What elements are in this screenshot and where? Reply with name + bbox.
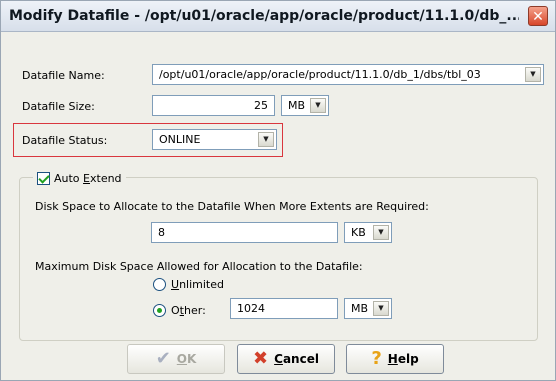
ok-label: OK [176, 352, 197, 366]
datafile-size-label: Datafile Size: [22, 100, 95, 113]
window-title: Modify Datafile - /opt/u01/oracle/app/or… [9, 8, 519, 24]
other-radio[interactable] [153, 304, 166, 317]
datafile-size-unit-value: MB [288, 99, 306, 112]
auto-extend-checkbox[interactable] [37, 171, 50, 185]
increment-input[interactable]: 8 [151, 222, 338, 243]
help-label: Help [387, 352, 419, 366]
increment-label: Disk Space to Allocate to the Datafile W… [35, 200, 429, 213]
question-mark-icon: ? [371, 348, 382, 369]
unlimited-label[interactable]: Unlimited [171, 278, 224, 291]
datafile-name-select[interactable]: /opt/u01/oracle/app/oracle/product/11.1.… [152, 64, 544, 85]
increment-unit-value: KB [351, 226, 366, 239]
close-button[interactable]: ✕ [528, 6, 548, 26]
datafile-name-dropdown-button[interactable]: ▼ [525, 67, 541, 82]
status-dropdown-button[interactable]: ▼ [258, 132, 274, 147]
ok-button[interactable]: ✔ OK [127, 344, 225, 374]
datafile-size-input[interactable]: 25 [152, 95, 275, 116]
title-bar[interactable]: Modify Datafile - /opt/u01/oracle/app/or… [1, 1, 555, 32]
datafile-status-label: Datafile Status: [22, 134, 108, 147]
max-space-label: Maximum Disk Space Allowed for Allocatio… [35, 260, 363, 273]
datafile-status-value: ONLINE [159, 133, 201, 146]
auto-extend-label: Auto Extend [54, 171, 122, 185]
max-size-unit-value: MB [351, 302, 369, 315]
help-button[interactable]: ? Help [346, 344, 444, 374]
max-unit-dropdown-button[interactable]: ▼ [373, 301, 389, 316]
increment-unit-dropdown-button[interactable]: ▼ [373, 225, 389, 240]
datafile-name-value: /opt/u01/oracle/app/oracle/product/11.1.… [159, 68, 481, 81]
cancel-label: Cancel [274, 352, 319, 366]
auto-extend-checkbox-row[interactable]: Auto Extend [33, 169, 126, 187]
other-label[interactable]: Other: [171, 304, 206, 317]
check-icon: ✔ [155, 348, 171, 369]
cancel-button[interactable]: ✖ Cancel [237, 344, 335, 374]
max-size-input[interactable]: 1024 [230, 298, 338, 319]
modify-datafile-dialog: Modify Datafile - /opt/u01/oracle/app/or… [0, 0, 556, 381]
x-icon: ✖ [253, 348, 269, 369]
unlimited-radio[interactable] [153, 278, 166, 291]
size-unit-dropdown-button[interactable]: ▼ [310, 98, 326, 113]
datafile-name-label: Datafile Name: [22, 69, 105, 82]
